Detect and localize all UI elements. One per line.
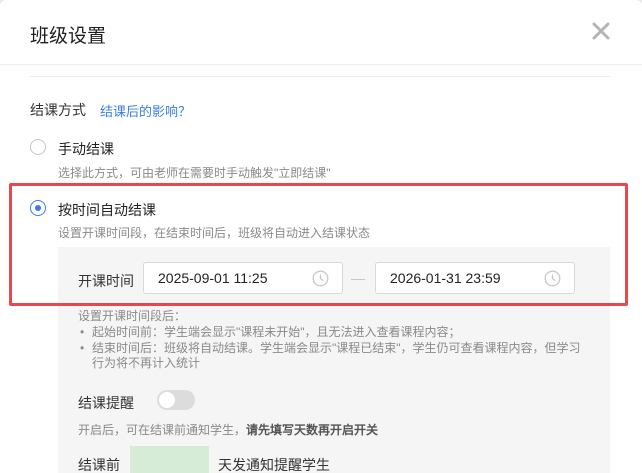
radio-auto-end[interactable]: [30, 200, 46, 216]
option-auto-desc: 设置开课时间段，在结束时间后，班级将自动进入结课状态: [58, 226, 371, 240]
close-icon[interactable]: [590, 20, 612, 42]
notes-bullet: •: [80, 325, 85, 339]
dialog-header: 班级设置: [0, 0, 642, 65]
range-separator: [351, 279, 365, 280]
reminder-desc: 开启后，可在结课前通知学生，请先填写天数再开启开关: [78, 422, 378, 438]
reminder-desc-bold: 请先填写天数再开启开关: [246, 423, 379, 437]
reminder-after-text: 天发通知提醒学生: [218, 457, 330, 473]
toggle-knob: [159, 392, 175, 408]
notes-heading: 设置开课时间段后：: [78, 309, 187, 323]
option-auto-label[interactable]: 按时间自动结课: [58, 200, 156, 220]
class-settings-dialog: 班级设置 结课方式 结课后的影响？ 手动结课 选择此方式，可由老师在需要时手动触…: [0, 0, 642, 473]
end-mode-title: 结课方式: [30, 102, 86, 118]
clock-icon: [312, 270, 329, 287]
reminder-days-input[interactable]: [130, 446, 209, 473]
radio-manual-end[interactable]: [30, 139, 46, 155]
end-time-value: 2026-01-31 23:59: [390, 270, 501, 286]
divider: [30, 76, 610, 77]
clock-icon: [544, 270, 561, 287]
notes-bullet: •: [80, 341, 85, 355]
reminder-toggle[interactable]: [157, 390, 195, 410]
end-mode-help-link[interactable]: 结课后的影响？: [100, 101, 191, 120]
start-time-value: 2025-09-01 11:25: [158, 270, 268, 286]
schedule-label: 开课时间: [78, 273, 134, 289]
notes-item-2-line-1: 结束时间后：班级将自动结课。学生端会显示"课程已结束"，学生仍可查看课程内容，但…: [92, 341, 581, 355]
start-time-input[interactable]: 2025-09-01 11:25: [143, 262, 343, 294]
dialog-title: 班级设置: [30, 26, 107, 47]
end-time-input[interactable]: 2026-01-31 23:59: [375, 262, 575, 294]
option-manual-label[interactable]: 手动结课: [58, 139, 114, 159]
notes-item-1: 起始时间前：学生端会显示"课程未开始"，且无法进入查看课程内容；: [92, 325, 461, 339]
reminder-label: 结课提醒: [78, 395, 134, 411]
reminder-desc-prefix: 开启后，可在结课前通知学生，: [78, 423, 247, 437]
option-manual-desc: 选择此方式，可由老师在需要时手动触发"立即结课": [58, 166, 331, 180]
notes-item-2-line-2: 行为将不再计入统计: [92, 356, 201, 370]
reminder-before-label: 结课前: [78, 457, 120, 473]
